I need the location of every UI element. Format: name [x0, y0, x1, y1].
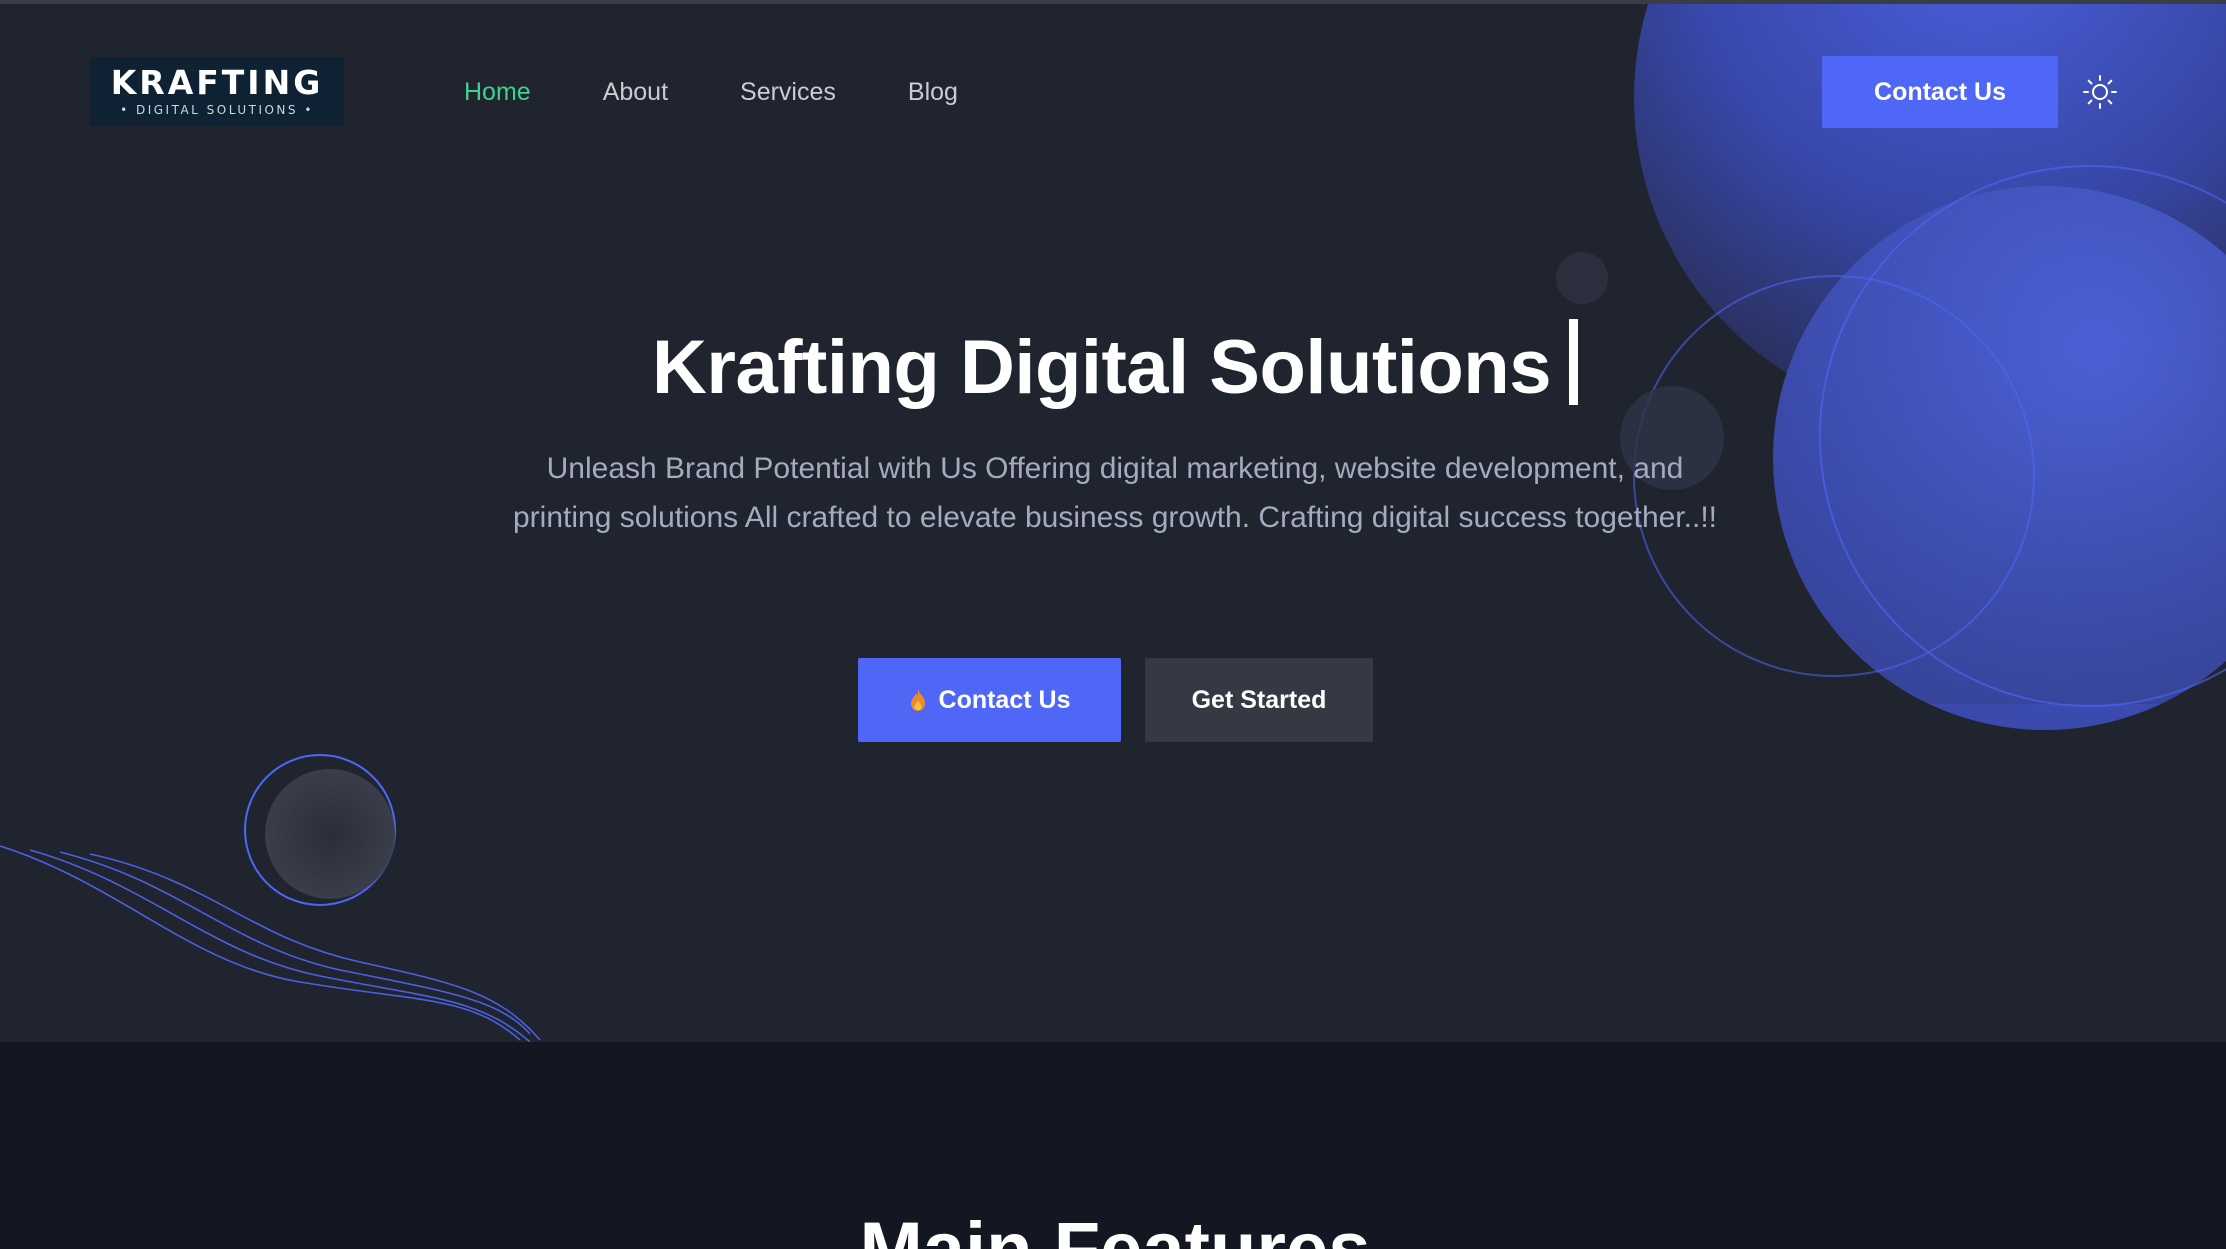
decor-dot-1 — [1556, 252, 1608, 304]
theme-toggle[interactable] — [2080, 72, 2120, 112]
main-nav: Home About Services Blog — [464, 74, 1030, 110]
hero-contact-label: Contact Us — [938, 685, 1071, 714]
sun-icon — [2083, 75, 2117, 109]
header-contact-button[interactable]: Contact Us — [1822, 56, 2058, 128]
nav-services[interactable]: Services — [740, 74, 836, 110]
logo-wordmark: KRAFTING — [110, 62, 324, 102]
page: KRAFTING • DIGITAL SOLUTIONS • Home Abou… — [0, 0, 2226, 1249]
get-started-button[interactable]: Get Started — [1145, 658, 1373, 742]
decor-small-ball — [265, 769, 395, 899]
logo[interactable]: KRAFTING • DIGITAL SOLUTIONS • — [90, 57, 344, 126]
logo-tagline: • DIGITAL SOLUTIONS • — [120, 102, 314, 117]
hero-title: Krafting Digital Solutions — [0, 318, 2226, 418]
hero-section: KRAFTING • DIGITAL SOLUTIONS • Home Abou… — [0, 4, 2226, 1042]
decor-wave-lines — [0, 845, 541, 1042]
hero-title-text: Krafting Digital Solutions — [652, 325, 1551, 410]
flame-icon — [910, 689, 925, 711]
features-title: Main Features — [0, 1200, 2226, 1249]
nav-blog[interactable]: Blog — [908, 74, 958, 110]
nav-about[interactable]: About — [603, 74, 668, 110]
hero-subtitle: Unleash Brand Potential with Us Offering… — [513, 452, 1717, 534]
nav-home[interactable]: Home — [464, 74, 531, 110]
typing-cursor — [1568, 319, 1578, 405]
hero-contact-button[interactable]: Contact Us — [858, 658, 1121, 742]
